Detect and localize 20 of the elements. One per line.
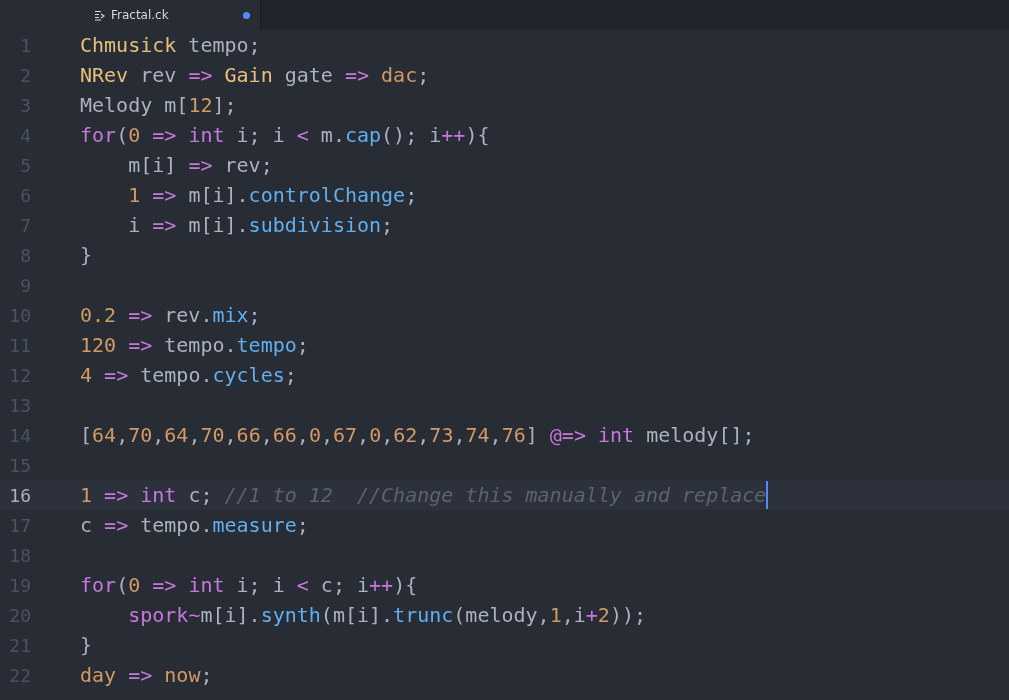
code-line: spork~m[i].synth(m[i].trunc(melody,1,i+2)); [127, 603, 646, 627]
code-line: for(0 => int i; i < c; i++){ [80, 573, 418, 597]
code-line: 4 => tempo.cycles; [80, 363, 297, 387]
file-code-icon [94, 9, 106, 21]
code-line: [64,70,64,70,66,66,0,67,0,62,73,74,76] @=> int melody[]; [80, 423, 755, 447]
line-number: 16 [8, 484, 31, 506]
editor-tab[interactable]: Fractal.ck [0, 0, 261, 30]
code-line: } [80, 633, 93, 657]
code-line: 1 => m[i].controlChange; [127, 183, 418, 207]
code-line: Chmusick tempo; [80, 33, 261, 57]
code-line: } [80, 243, 93, 267]
code-line: 120 => tempo.tempo; [80, 333, 309, 357]
code-line: day => now; [80, 663, 213, 687]
code-line: Melody m[12]; [80, 93, 237, 117]
code-line: 0.2 => rev.mix; [80, 303, 261, 327]
code-line: c => tempo.measure; [80, 513, 309, 537]
code-line: NRev rev => Gain gate => dac; [80, 63, 430, 87]
code-line: m[i] => rev; [127, 153, 273, 177]
code-line: for(0 => int i; i < m.cap(); i++){ [80, 123, 490, 147]
code-line: i => m[i].subdivision; [127, 213, 394, 237]
